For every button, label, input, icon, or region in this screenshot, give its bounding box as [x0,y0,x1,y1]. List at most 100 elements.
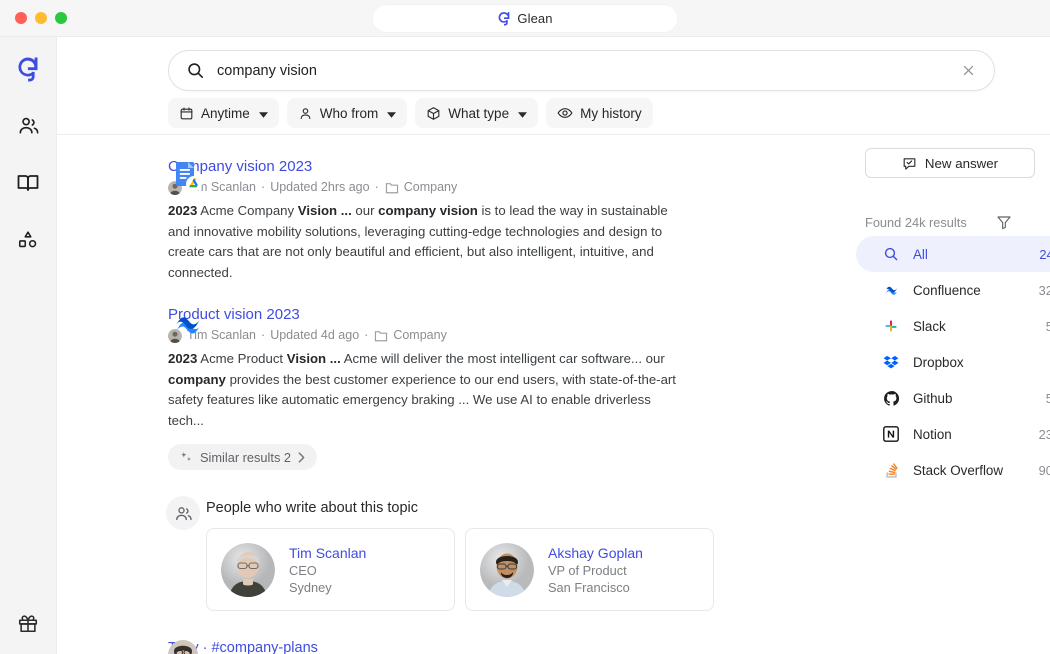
source-filter-list: All 24k Confluence 323 [810,236,1050,488]
result-snippet: 2023 Acme Product Vision ... Acme will d… [168,351,676,428]
people-icon [17,114,40,137]
slack-message-header: Tony·#company-plans [168,639,757,654]
slack-message-result[interactable]: Tony·#company-plans Sent 20min ago · 3 r… [57,639,757,654]
source-count: 235 [1038,426,1050,442]
meta-separator: · [374,180,379,194]
person-name[interactable]: Akshay Goplan [548,544,643,562]
folder-icon [374,329,388,342]
funnel-icon[interactable] [996,214,1012,230]
left-nav-rail [0,37,57,654]
source-filter-dropbox[interactable]: Dropbox 9 [856,344,1050,380]
found-results-text: Found 24k results [865,214,967,230]
result-item[interactable]: Company vision 2023 Tim Scanlan · Update… [57,157,757,283]
close-window-button[interactable] [15,12,27,24]
chevron-down-icon [518,106,528,121]
source-label: Stack Overflow [913,462,1004,478]
rail-item-library[interactable] [0,154,57,211]
search-icon [882,246,900,262]
meta-separator: · [261,328,266,342]
source-filter-all[interactable]: All 24k [856,236,1050,272]
filter-chip-my-history[interactable]: My history [546,98,653,128]
similar-results-label: Similar results 2 [200,449,292,465]
confluence-icon [882,282,900,299]
glean-logo-icon [16,55,40,83]
source-label: Dropbox [913,354,964,370]
similar-results-button[interactable]: Similar results 2 [168,444,318,470]
slack-icon [882,318,900,334]
source-filter-notion[interactable]: Notion 235 [856,416,1050,452]
dropbox-icon [882,354,900,370]
result-updated: Updated 2hrs ago [270,180,370,194]
people-icon [166,496,200,530]
filter-chip-anytime[interactable]: Anytime [168,98,279,128]
book-icon [16,171,40,195]
minimize-window-button[interactable] [35,12,47,24]
source-filter-stack-overflow[interactable]: Stack Overflow 900 [856,452,1050,488]
source-filter-github[interactable]: Github 51 [856,380,1050,416]
result-folder: Company [403,180,458,194]
source-label: Confluence [913,282,981,298]
source-count: 51 [1045,390,1050,406]
rail-item-glean-home[interactable] [0,40,57,97]
source-label: Github [913,390,953,406]
avatar [167,639,205,654]
confluence-icon [171,308,205,342]
avatar [221,542,275,597]
person-info: Akshay Goplan VP of Product San Francisc… [548,544,643,596]
search-box[interactable] [168,50,995,91]
google-docs-icon [171,160,205,194]
window-titlebar: Glean [0,0,1050,37]
result-item[interactable]: Product vision 2023 Tim Scanlan · Update… [57,305,757,470]
chevron-down-icon [258,106,268,121]
new-answer-label: New answer [924,155,999,171]
glean-app-window: Glean company vision Anytime Who from Wh… [0,0,1050,654]
shapes-icon [17,229,39,251]
source-count: 900 [1038,462,1050,478]
filter-chip-what-type[interactable]: What type [415,98,539,128]
person-icon [298,106,313,121]
person-role: CEO [289,562,317,578]
chevron-right-icon [298,451,305,463]
person-role: VP of Product [548,562,627,578]
new-answer-button[interactable]: New answer [865,148,1035,178]
chevron-down-icon [387,106,397,121]
results-sidebar: New answer Found 24k results All 24k [810,135,1050,488]
found-results-row: Found 24k results [865,214,1012,230]
result-meta: Tim Scanlan · Updated 4d ago · Company [168,328,757,343]
results-list: Company vision 2023 Tim Scanlan · Update… [57,135,757,654]
meta-separator: · [364,328,369,342]
person-card[interactable]: Tim Scanlan CEO Sydney [206,528,455,611]
person-location: San Francisco [548,579,630,595]
source-filter-slack[interactable]: Slack 53 [856,308,1050,344]
source-filter-confluence[interactable]: Confluence 323 [856,272,1050,308]
rail-item-apps[interactable] [0,211,57,268]
meta-separator: · [261,180,266,194]
cube-icon [426,106,441,121]
person-location: Sydney [289,579,332,595]
search-input[interactable] [217,62,961,79]
source-count: 24k [1039,246,1050,262]
rail-item-people[interactable] [0,97,57,154]
source-label: Slack [913,318,946,334]
search-header: Anytime Who from [57,37,1050,135]
zoom-window-button[interactable] [55,12,67,24]
rail-item-gifts[interactable] [0,594,57,651]
result-updated: Updated 4d ago [270,328,360,342]
filter-chip-who-from[interactable]: Who from [286,98,408,128]
close-icon[interactable] [961,63,976,78]
window-title-pill: Glean [372,5,678,32]
result-meta: Tim Scanlan · Updated 2hrs ago · Company [168,180,757,195]
source-count: 53 [1045,318,1050,334]
github-icon [882,390,900,407]
slack-channel[interactable]: #company-plans [211,640,317,654]
source-label: Notion [913,426,952,442]
filter-chip-label: My history [580,105,642,121]
person-name[interactable]: Tim Scanlan [289,544,366,562]
search-icon [186,61,205,80]
filter-chip-label: Who from [319,105,379,121]
person-card[interactable]: Akshay Goplan VP of Product San Francisc… [465,528,714,611]
person-info: Tim Scanlan CEO Sydney [289,544,366,596]
people-section: People who write about this topic Tim Sc… [57,496,757,611]
notion-icon [882,426,900,442]
new-answer-icon [902,156,917,171]
